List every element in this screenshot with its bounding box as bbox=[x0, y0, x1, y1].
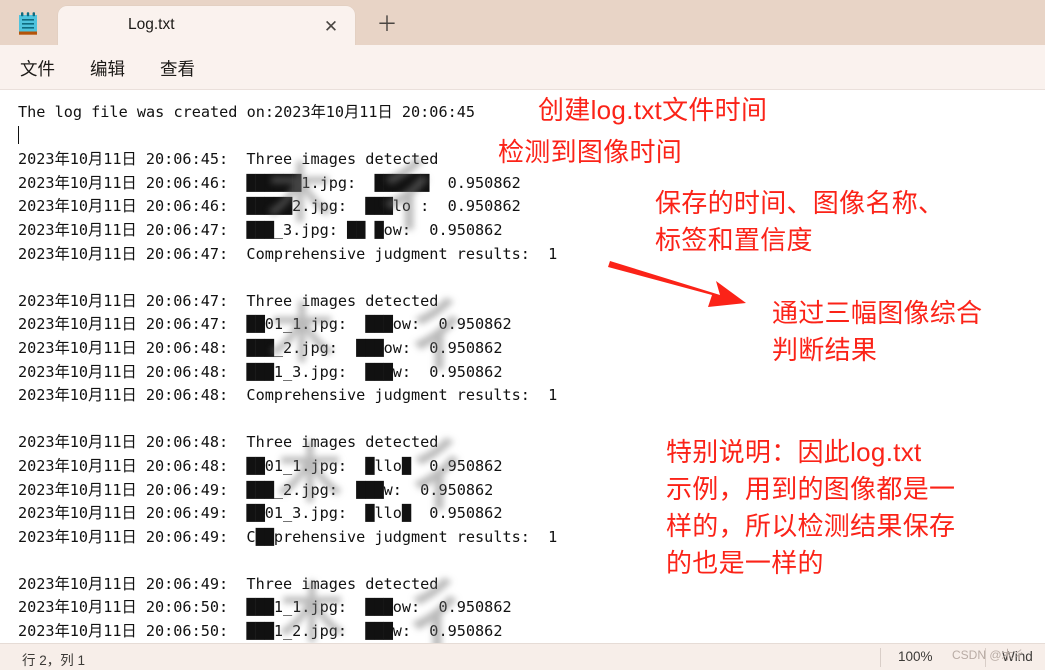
tab-log-txt[interactable]: Log.txt ✕ bbox=[58, 6, 355, 45]
text-caret bbox=[18, 126, 19, 144]
annotation-note: 特别说明：因此log.txt 示例，用到的图像都是一 样的，所以检测结果保存 的… bbox=[666, 434, 955, 582]
log-blank-line bbox=[18, 266, 1028, 290]
status-bar: 行 2，列 1 100% Wind bbox=[0, 643, 1045, 670]
annotation-comprehensive-result: 通过三幅图像综合 判断结果 bbox=[772, 295, 982, 369]
log-line: 2023年10月11日 20:06:48: Comprehensive judg… bbox=[18, 384, 1028, 408]
tab-title: Log.txt bbox=[128, 16, 175, 34]
cursor-position-status[interactable]: 行 2，列 1 bbox=[22, 649, 85, 669]
new-tab-icon[interactable]: ＋ bbox=[374, 11, 400, 37]
close-icon[interactable]: ✕ bbox=[320, 15, 342, 37]
notepad-icon bbox=[17, 12, 39, 36]
annotation-detect-time: 检测到图像时间 bbox=[498, 134, 682, 171]
menu-bar: 文件 编辑 查看 bbox=[0, 45, 1045, 90]
notepad-window: Log.txt ✕ ＋ 文件 编辑 查看 The log file was cr… bbox=[0, 0, 1045, 670]
status-divider-1 bbox=[880, 648, 881, 667]
title-bar: Log.txt ✕ ＋ bbox=[0, 0, 1045, 45]
log-line: 2023年10月11日 20:06:50: ███1_2.jpg: ███w: … bbox=[18, 620, 1028, 643]
red-arrow-icon bbox=[608, 255, 748, 315]
menu-item-file[interactable]: 文件 bbox=[14, 54, 61, 83]
log-blank-line bbox=[18, 408, 1028, 432]
log-line: 2023年10月11日 20:06:50: ███1_1.jpg: ███ow:… bbox=[18, 596, 1028, 620]
zoom-level-status[interactable]: 100% bbox=[898, 649, 933, 664]
menu-item-view[interactable]: 查看 bbox=[154, 54, 201, 83]
log-header-line: The log file was created on:2023年10月11日 … bbox=[18, 101, 1028, 125]
menu-item-edit[interactable]: 编辑 bbox=[84, 54, 131, 83]
csdn-watermark: CSDN @木彳 bbox=[952, 646, 1026, 663]
annotation-saved-fields: 保存的时间、图像名称、 标签和置信度 bbox=[655, 185, 944, 259]
annotation-create-time: 创建log.txt文件时间 bbox=[538, 92, 767, 129]
